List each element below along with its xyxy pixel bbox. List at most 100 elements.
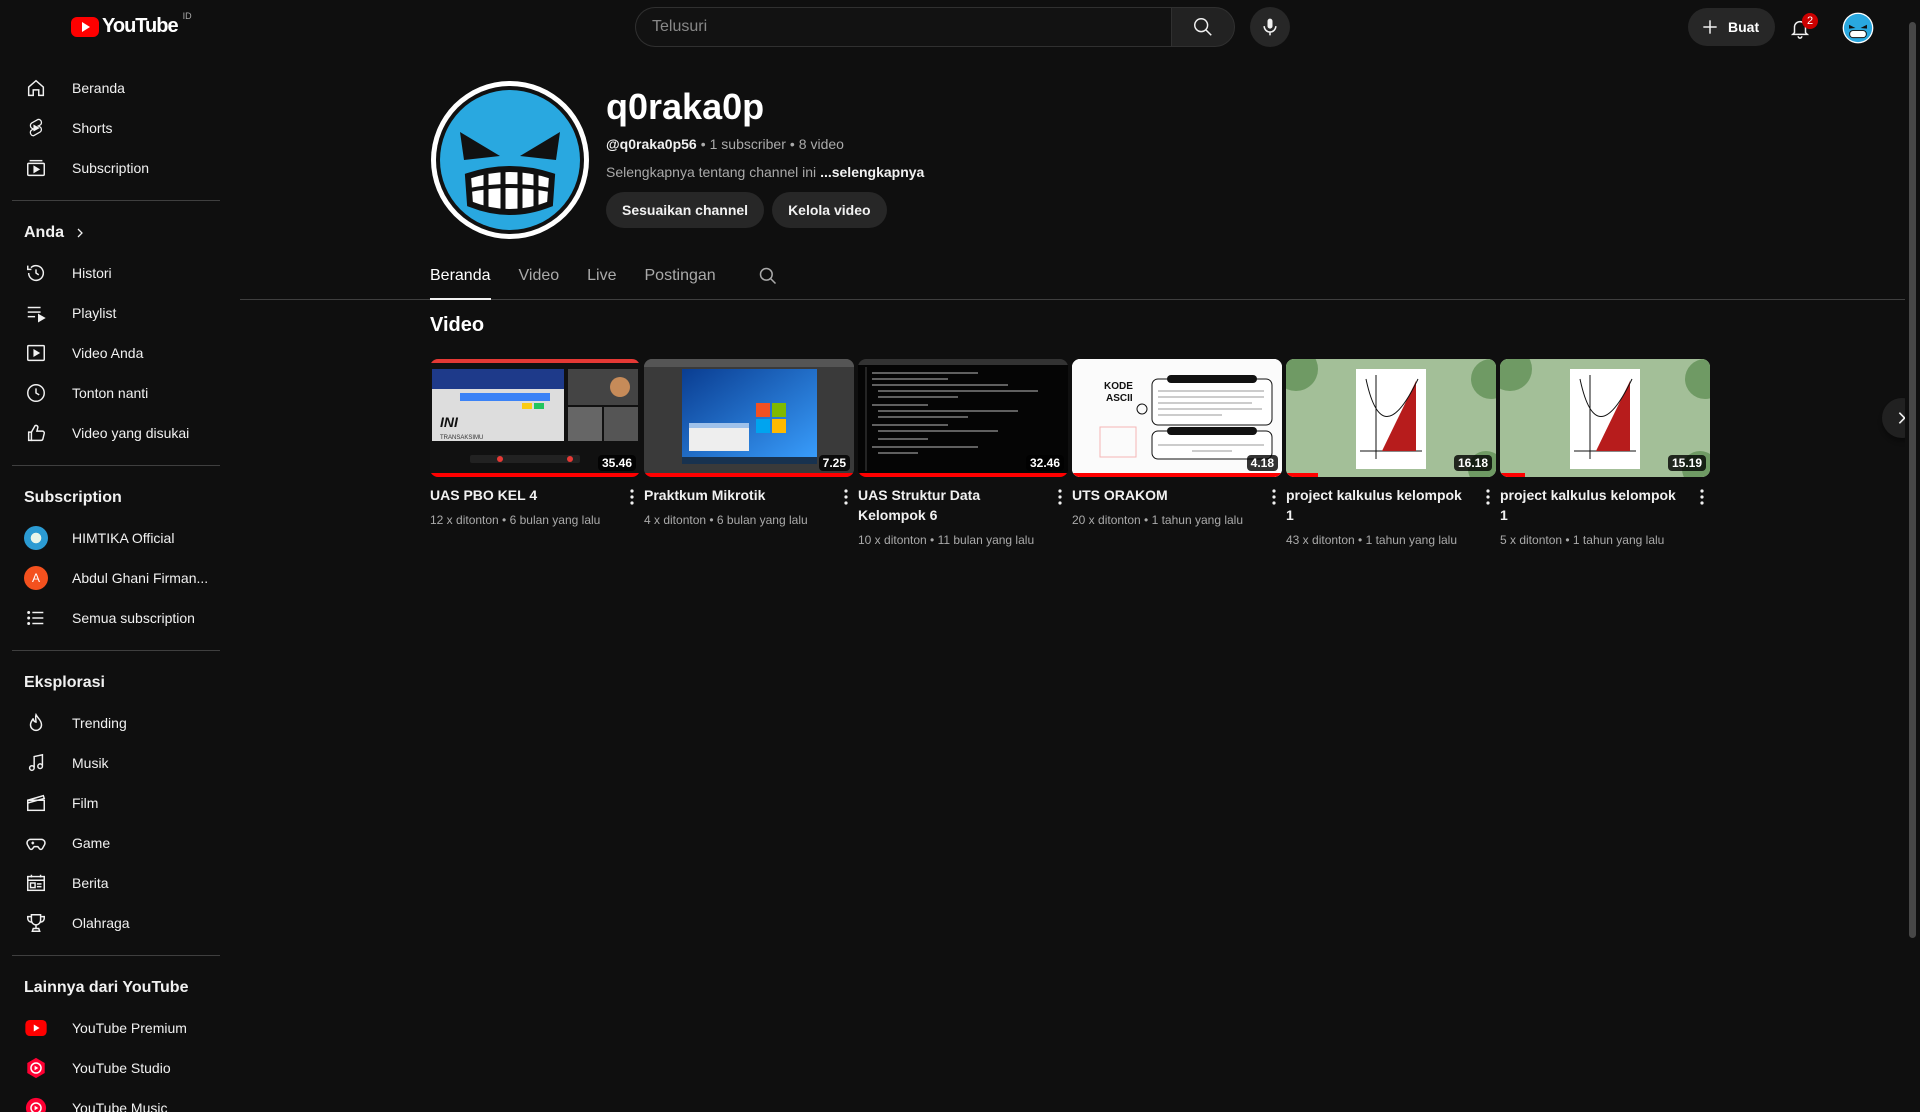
tab-home[interactable]: Beranda — [430, 252, 505, 300]
video-title[interactable]: project kalkulus kelompok 1 — [1286, 485, 1466, 525]
sidebar-item-shorts[interactable]: Shorts — [12, 108, 220, 148]
yt-music-icon — [24, 1096, 48, 1112]
video-thumbnail[interactable]: 16.18 — [1286, 359, 1496, 477]
customize-channel-button[interactable]: Sesuaikan channel — [606, 192, 765, 228]
video-menu-button[interactable] — [624, 485, 640, 509]
sidebar-item-sports[interactable]: Olahraga — [12, 903, 220, 943]
more-vert-icon — [1272, 489, 1276, 505]
video-thumbnail[interactable]: 15.19 — [1500, 359, 1710, 477]
sidebar-item-subscriptions[interactable]: Subscription — [12, 148, 220, 188]
create-button[interactable]: Buat — [1688, 8, 1776, 46]
shorts-icon — [24, 116, 48, 140]
chevron-right-icon — [77, 228, 83, 238]
svg-text:INI: INI — [440, 414, 459, 430]
channel-avatar-wrap — [24, 526, 48, 550]
sidebar-subscription-heading: Subscription — [24, 489, 122, 506]
tab-live[interactable]: Live — [587, 252, 630, 300]
sidebar-item-label: Trending — [72, 715, 127, 731]
video-duration: 32.46 — [1025, 455, 1064, 471]
video-title[interactable]: Praktkum Mikrotik — [644, 485, 824, 505]
tab-videos[interactable]: Video — [519, 252, 574, 300]
video-thumbnail[interactable]: INI TRANSAKSIMU 35.46 — [430, 359, 640, 477]
video-duration: 35.46 — [597, 455, 636, 471]
section-title-videos[interactable]: Video — [430, 314, 484, 337]
sidebar-item-label: Histori — [72, 265, 112, 281]
more-vert-icon — [630, 489, 634, 505]
scrollbar-thumb[interactable] — [1909, 22, 1916, 938]
manage-videos-button[interactable]: Kelola video — [772, 192, 887, 228]
channel-info: q0raka0p @q0raka0p56 • 1 subscriber • 8 … — [606, 86, 924, 228]
youtube-channel-page: YouTube ID Buat 2 Beranda — [0, 0, 1920, 1112]
video-views: 4 x ditonton — [644, 513, 707, 527]
sidebar-item-youtube-premium[interactable]: YouTube Premium — [12, 1008, 220, 1048]
sidebar-item-watch-later[interactable]: Tonton nanti — [12, 373, 220, 413]
abdul-ghani-avatar: A — [24, 566, 48, 590]
video-thumbnail[interactable]: 32.46 — [858, 359, 1068, 477]
history-icon — [24, 261, 48, 285]
video-menu-button[interactable] — [1694, 485, 1710, 509]
sidebar-item-label: Tonton nanti — [72, 385, 149, 401]
video-title[interactable]: UAS PBO KEL 4 — [430, 485, 610, 505]
sidebar-item-music[interactable]: Musik — [12, 743, 220, 783]
more-vert-icon — [844, 489, 848, 505]
sidebar-item-liked-videos[interactable]: Video yang disukai — [12, 413, 220, 453]
video-menu-button[interactable] — [1052, 485, 1068, 509]
sidebar-item-youtube-studio[interactable]: YouTube Studio — [12, 1048, 220, 1088]
sidebar-item-label: HIMTIKA Official — [72, 530, 175, 546]
search-input[interactable] — [635, 7, 1171, 47]
video-title[interactable]: UAS Struktur Data Kelompok 6 — [858, 485, 1038, 525]
video-thumbnail[interactable]: 7.25 — [644, 359, 854, 477]
video-views: 10 x ditonton — [858, 533, 927, 547]
youtube-logo[interactable]: YouTube ID — [71, 11, 192, 38]
channel-description[interactable]: Selengkapnya tentang channel ini ...sele… — [606, 164, 924, 180]
sidebar-item-playlist[interactable]: Playlist — [12, 293, 220, 333]
sidebar-item-your-videos[interactable]: Video Anda — [12, 333, 220, 373]
tab-posts[interactable]: Postingan — [645, 252, 730, 300]
sidebar-item-label: Video yang disukai — [72, 425, 190, 441]
sidebar-item-news[interactable]: Berita — [12, 863, 220, 903]
sidebar-item-label: Film — [72, 795, 99, 811]
page-scrollbar[interactable] — [1905, 0, 1920, 1112]
voice-search-button[interactable] — [1250, 7, 1290, 47]
video-card: INI TRANSAKSIMU 35.46 UAS PBO KEL 4 12 x… — [430, 359, 640, 529]
sidebar-item-all-subscriptions[interactable]: Semua subscription — [12, 598, 220, 638]
more-link[interactable]: ...selengkapnya — [820, 164, 924, 180]
video-title[interactable]: project kalkulus kelompok 1 — [1500, 485, 1680, 525]
video-thumbnail[interactable]: KODE ASCII 4.18 — [1072, 359, 1282, 477]
video-meta: 10 x ditonton • 11 bulan yang lalu — [858, 533, 1035, 547]
sidebar-item-himtika-official[interactable]: HIMTIKA Official — [12, 518, 220, 558]
account-avatar[interactable] — [1842, 12, 1874, 44]
sidebar-item-youtube-music[interactable]: YouTube Music — [12, 1088, 220, 1112]
sidebar-you-heading[interactable]: Anda — [12, 213, 220, 253]
sidebar-item-history[interactable]: Histori — [12, 253, 220, 293]
video-title[interactable]: UTS ORAKOM — [1072, 485, 1252, 505]
sidebar-item-home[interactable]: Beranda — [12, 68, 220, 108]
sidebar-item-trending[interactable]: Trending — [12, 703, 220, 743]
sidebar-item-gaming[interactable]: Game — [12, 823, 220, 863]
sidebar-item-abdul-ghani[interactable]: A Abdul Ghani Firman... — [12, 558, 220, 598]
sidebar-divider — [12, 955, 220, 956]
search-button[interactable] — [1171, 7, 1235, 47]
sidebar-item-label: YouTube Studio — [72, 1060, 171, 1076]
sidebar-item-label: Abdul Ghani Firman... — [72, 570, 209, 586]
video-meta: 43 x ditonton • 1 tahun yang lalu — [1286, 533, 1457, 547]
video-card: 7.25 Praktkum Mikrotik 4 x ditonton • 6 … — [644, 359, 854, 529]
channel-avatar[interactable] — [430, 80, 590, 240]
notifications-button[interactable]: 2 — [1780, 8, 1820, 48]
sidebar-item-film[interactable]: Film — [12, 783, 220, 823]
svg-text:TRANSAKSIMU: TRANSAKSIMU — [440, 435, 483, 441]
video-duration: 16.18 — [1453, 455, 1492, 471]
logo-text: YouTube — [102, 15, 179, 37]
microphone-icon — [1263, 18, 1277, 36]
video-menu-button[interactable] — [838, 485, 854, 509]
video-meta: 20 x ditonton • 1 tahun yang lalu — [1072, 513, 1243, 527]
sidebar-divider — [12, 200, 220, 201]
watch-progress-bar — [1072, 473, 1282, 477]
video-menu-button[interactable] — [1266, 485, 1282, 509]
video-card: 16.18 project kalkulus kelompok 1 43 x d… — [1286, 359, 1496, 549]
video-menu-button[interactable] — [1480, 485, 1496, 509]
video-views: 5 x ditonton — [1500, 533, 1563, 547]
tab-search-button[interactable] — [758, 252, 778, 300]
meta-separator: • — [700, 136, 706, 152]
sidebar-item-label: Subscription — [72, 160, 150, 176]
